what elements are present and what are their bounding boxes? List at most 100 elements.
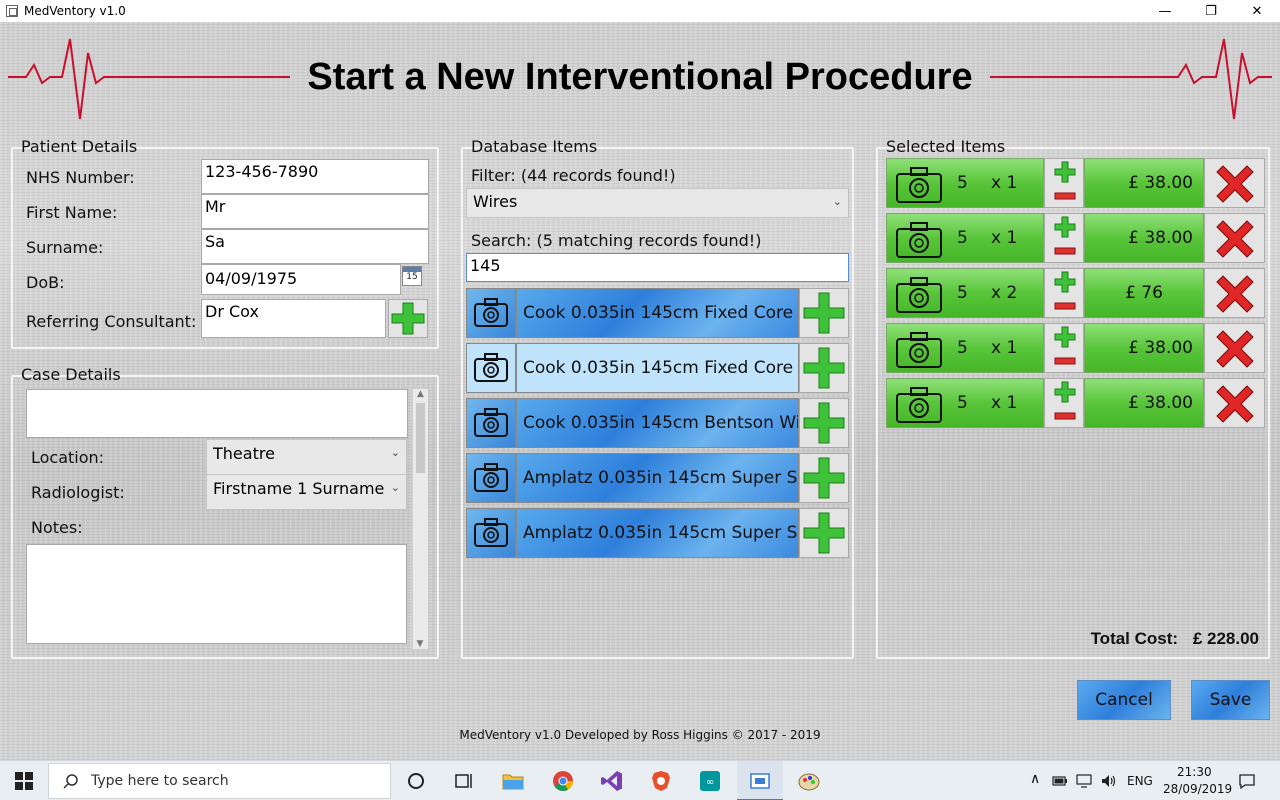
total-cost-label: Total Cost:: [1090, 629, 1179, 648]
medventory-taskbar-button[interactable]: [737, 761, 783, 800]
surname-input[interactable]: Sa: [201, 229, 429, 264]
selected-item-row: 5 x 1 £ 38.00: [886, 323, 1265, 373]
search-input[interactable]: 145: [466, 253, 849, 282]
database-item-name: Amplatz 0.035in 145cm Super Stiff: [516, 453, 799, 503]
selected-item-row: 5 x 1 £ 38.00: [886, 158, 1265, 208]
close-button[interactable]: ✕: [1234, 0, 1280, 22]
clock-time[interactable]: 21:30: [1177, 765, 1212, 779]
remove-item-button[interactable]: [1204, 323, 1265, 373]
windows-start-icon[interactable]: [15, 772, 33, 790]
save-button[interactable]: Save: [1191, 680, 1270, 720]
notifications-icon[interactable]: [1238, 772, 1256, 790]
case-details-scrollbar[interactable]: ▲ ▼: [412, 389, 428, 649]
increment-plus-icon[interactable]: [1053, 271, 1077, 293]
database-item-name: Cook 0.035in 145cm Fixed Core Wi: [516, 343, 799, 393]
add-item-button[interactable]: [799, 508, 849, 558]
remove-item-button[interactable]: [1204, 158, 1265, 208]
camera-icon: [466, 343, 516, 393]
quantity-stepper[interactable]: [1044, 268, 1084, 318]
remove-item-button[interactable]: [1204, 268, 1265, 318]
dob-label: DoB:: [26, 273, 65, 292]
case-details-box[interactable]: [26, 389, 408, 438]
cancel-button[interactable]: Cancel: [1077, 680, 1171, 720]
decrement-minus-icon[interactable]: [1053, 407, 1077, 425]
radiologist-value: Firstname 1 Surname: [213, 479, 385, 498]
red-x-icon: [1216, 275, 1254, 313]
cortana-icon[interactable]: [404, 769, 428, 793]
database-item-name: Amplatz 0.035in 145cm Super Stiff: [516, 508, 799, 558]
taskbar-search[interactable]: Type here to search: [48, 763, 391, 799]
selected-item-multiplier: x 1: [991, 228, 1018, 248]
increment-plus-icon[interactable]: [1053, 216, 1077, 238]
task-view-icon[interactable]: [452, 769, 476, 793]
add-item-button[interactable]: [799, 343, 849, 393]
app-window-icon: [750, 773, 770, 789]
selected-item-multiplier: x 1: [991, 393, 1018, 413]
visual-studio-icon[interactable]: [600, 769, 624, 793]
remove-item-button[interactable]: [1204, 378, 1265, 428]
selected-item-price: £ 38.00: [1084, 378, 1204, 428]
language-indicator[interactable]: ENG: [1127, 774, 1153, 788]
database-item-row[interactable]: Cook 0.035in 145cm Bentson Wire: [466, 398, 849, 448]
location-select[interactable]: Theatre ⌄: [206, 439, 407, 475]
minimize-button[interactable]: —: [1142, 0, 1188, 22]
database-item-row[interactable]: Cook 0.035in 145cm Fixed Core Wi: [466, 343, 849, 393]
restore-button[interactable]: ❐: [1188, 0, 1234, 22]
green-plus-icon: [803, 292, 845, 334]
brave-icon[interactable]: [649, 769, 673, 793]
svg-text:∞: ∞: [706, 777, 714, 788]
quantity-stepper[interactable]: [1044, 323, 1084, 373]
scroll-thumb[interactable]: [416, 403, 425, 473]
nhs-number-input[interactable]: 123-456-7890: [201, 159, 429, 194]
quantity-stepper[interactable]: [1044, 213, 1084, 263]
database-item-row[interactable]: Amplatz 0.035in 145cm Super Stiff: [466, 508, 849, 558]
camera-icon: [466, 453, 516, 503]
database-item-row[interactable]: Amplatz 0.035in 145cm Super Stiff: [466, 453, 849, 503]
selected-item-info: 5 x 2: [886, 268, 1044, 318]
selected-item-qty: 5: [957, 173, 968, 193]
total-cost: Total Cost: £ 228.00: [1091, 629, 1259, 649]
first-name-input[interactable]: Mr: [201, 194, 429, 229]
increment-plus-icon[interactable]: [1053, 381, 1077, 403]
decrement-minus-icon[interactable]: [1053, 352, 1077, 370]
dob-input[interactable]: 04/09/1975: [201, 264, 401, 295]
quantity-stepper[interactable]: [1044, 378, 1084, 428]
scroll-down-icon[interactable]: ▼: [413, 639, 427, 649]
network-icon[interactable]: [1075, 773, 1093, 789]
camera-icon: [466, 288, 516, 338]
add-item-button[interactable]: [799, 288, 849, 338]
taskbar: Type here to search ∞ ∧ ENG 21:30 28/09/…: [0, 760, 1280, 800]
selected-item-qty: 5: [957, 283, 968, 303]
decrement-minus-icon[interactable]: [1053, 297, 1077, 315]
notes-textarea[interactable]: [26, 544, 407, 644]
battery-icon[interactable]: [1052, 775, 1068, 787]
add-item-button[interactable]: [799, 453, 849, 503]
chrome-icon[interactable]: [551, 769, 575, 793]
referring-consultant-input[interactable]: Dr Cox: [201, 299, 386, 338]
main-window: Start a New Interventional Procedure Pat…: [0, 22, 1280, 760]
camera-icon: [466, 508, 516, 558]
selected-item-qty: 5: [957, 393, 968, 413]
surname-label: Surname:: [26, 238, 104, 257]
file-explorer-icon[interactable]: [501, 769, 525, 793]
arduino-icon[interactable]: ∞: [698, 769, 722, 793]
radiologist-select[interactable]: Firstname 1 Surname ⌄: [206, 474, 407, 510]
volume-icon[interactable]: [1100, 773, 1118, 789]
add-item-button[interactable]: [799, 398, 849, 448]
increment-plus-icon[interactable]: [1053, 161, 1077, 183]
paint-icon[interactable]: [797, 769, 821, 793]
calendar-day: 15: [406, 272, 418, 282]
tray-expand-icon[interactable]: ∧: [1030, 771, 1040, 787]
first-name-label: First Name:: [26, 203, 118, 222]
clock-date[interactable]: 28/09/2019: [1163, 782, 1232, 796]
decrement-minus-icon[interactable]: [1053, 242, 1077, 260]
remove-item-button[interactable]: [1204, 213, 1265, 263]
decrement-minus-icon[interactable]: [1053, 187, 1077, 205]
scroll-up-icon[interactable]: ▲: [413, 389, 428, 399]
filter-select[interactable]: Wires ⌄: [466, 188, 849, 218]
increment-plus-icon[interactable]: [1053, 326, 1077, 348]
database-item-row[interactable]: Cook 0.035in 145cm Fixed Core Wi: [466, 288, 849, 338]
add-consultant-button[interactable]: [388, 299, 428, 338]
quantity-stepper[interactable]: [1044, 158, 1084, 208]
calendar-icon[interactable]: 15: [402, 266, 422, 286]
